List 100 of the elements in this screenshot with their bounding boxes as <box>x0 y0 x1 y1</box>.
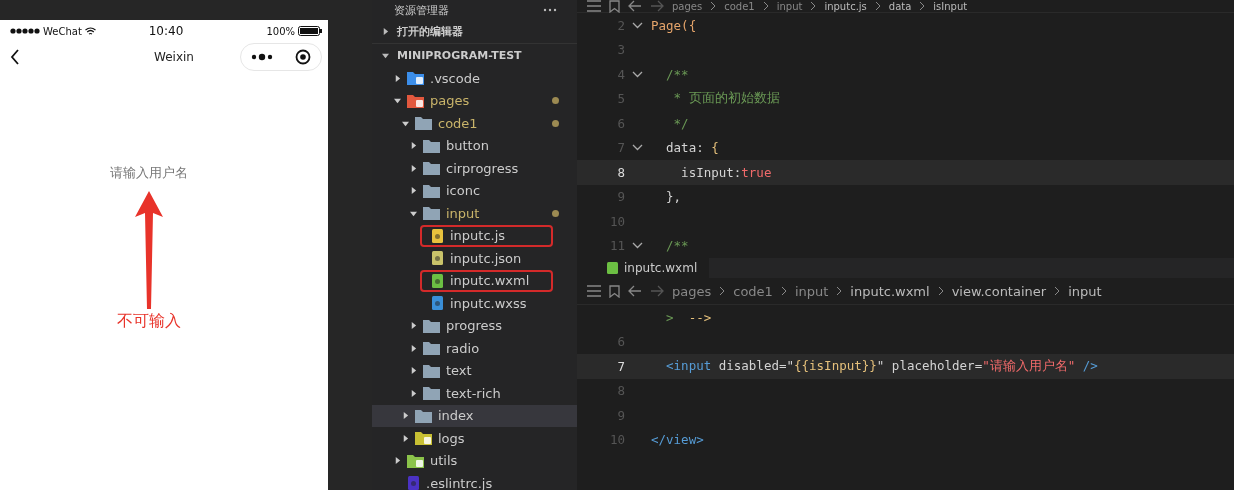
breadcrumb-item[interactable]: data <box>888 0 912 12</box>
tree-item[interactable]: inputc.wxml <box>372 269 577 292</box>
separator-icon <box>762 1 769 11</box>
chevron-icon <box>410 209 417 217</box>
battery-icon <box>298 26 322 36</box>
tree-item[interactable]: .vscode <box>372 67 577 90</box>
breadcrumb-item[interactable]: pages <box>672 283 712 299</box>
breadcrumb-item[interactable]: input <box>776 0 803 12</box>
chevron-icon <box>394 97 401 105</box>
breadcrumb-item[interactable]: inputc.wxml <box>850 283 930 299</box>
tree-item[interactable]: inputc.wxss <box>372 292 577 315</box>
separator-icon <box>780 286 787 296</box>
chevron-icon <box>394 457 401 465</box>
breadcrumb-item[interactable]: inputc.js <box>824 0 867 12</box>
annotation-text: 不可输入 <box>117 311 181 332</box>
tree-item[interactable]: radio <box>372 337 577 360</box>
folder-icon <box>407 93 424 108</box>
editor-tab[interactable]: inputc.wxml <box>577 258 710 278</box>
folder-icon <box>423 138 440 153</box>
wifi-icon <box>84 26 96 36</box>
bookmark-icon[interactable] <box>609 284 620 298</box>
code-line: > --> <box>665 308 713 327</box>
more-icon[interactable] <box>543 8 557 12</box>
fold-chevron-icon[interactable] <box>631 21 643 29</box>
chevron-icon <box>382 52 389 59</box>
tree-item[interactable]: inputc.js <box>372 224 577 247</box>
chevron-icon <box>410 164 417 172</box>
breadcrumb-item[interactable]: input <box>794 283 829 299</box>
tree-item[interactable]: cirprogress <box>372 157 577 180</box>
tree-item[interactable]: code1 <box>372 112 577 135</box>
list-icon[interactable] <box>587 285 601 297</box>
folder-icon <box>423 386 440 401</box>
folder-icon <box>423 363 440 378</box>
separator-icon <box>710 1 717 11</box>
breadcrumb-item[interactable]: input <box>1068 283 1102 299</box>
chevron-icon <box>402 412 409 420</box>
nav-title: Weixin <box>154 50 194 64</box>
fold-chevron-icon[interactable] <box>631 242 643 250</box>
back-icon[interactable] <box>10 49 20 65</box>
tree-item[interactable]: input <box>372 202 577 225</box>
modified-dot <box>552 97 559 105</box>
carrier-label: WeChat <box>43 25 82 37</box>
chevron-icon <box>402 119 409 127</box>
tree-item[interactable]: inputc.json <box>372 247 577 270</box>
fold-chevron-icon[interactable] <box>631 144 643 152</box>
chevron-icon <box>382 28 389 35</box>
bookmark-icon[interactable] <box>609 0 620 13</box>
breadcrumb-item[interactable]: view.container <box>951 283 1047 299</box>
status-time: 10:40 <box>148 24 184 38</box>
file-icon <box>431 251 444 266</box>
chevron-icon <box>410 322 417 330</box>
folder-icon <box>415 408 432 423</box>
breadcrumb-item[interactable]: isInput <box>933 0 968 12</box>
chevron-icon <box>394 74 401 82</box>
chevron-icon <box>410 187 417 195</box>
fold-chevron-icon[interactable] <box>631 70 643 78</box>
breadcrumb-item[interactable]: code1 <box>733 283 773 299</box>
tree-item[interactable]: .eslintrc.js <box>372 472 577 490</box>
section-header[interactable]: MINIPROGRAM-TEST <box>372 43 577 67</box>
signal-icon <box>10 28 40 34</box>
tree-item[interactable]: button <box>372 134 577 157</box>
folder-icon <box>423 161 440 176</box>
tree-item[interactable]: utils <box>372 449 577 472</box>
separator-icon <box>937 286 944 296</box>
file-icon <box>431 273 444 288</box>
file-icon <box>431 296 444 311</box>
folder-icon <box>407 453 424 468</box>
modified-dot <box>552 119 559 127</box>
modified-dot <box>552 209 559 217</box>
tree-item[interactable]: pages <box>372 89 577 112</box>
chevron-icon <box>410 344 417 352</box>
chevron-icon <box>410 389 417 397</box>
back-arrow-icon[interactable] <box>628 0 642 12</box>
separator-icon <box>919 1 926 11</box>
separator-icon <box>719 286 726 296</box>
tree-item[interactable]: iconc <box>372 179 577 202</box>
separator-icon <box>836 286 843 296</box>
list-icon[interactable] <box>587 0 601 12</box>
explorer-title: 资源管理器 <box>394 2 449 18</box>
folder-icon <box>407 71 424 86</box>
folder-icon <box>423 183 440 198</box>
separator-icon <box>810 1 817 11</box>
folder-icon <box>415 431 432 446</box>
breadcrumb-item[interactable]: code1 <box>724 0 755 12</box>
section-header[interactable]: 打开的编辑器 <box>372 20 577 43</box>
tree-item[interactable]: progress <box>372 314 577 337</box>
chevron-icon <box>410 367 417 375</box>
tree-item[interactable]: index <box>372 404 577 427</box>
tree-item[interactable]: logs <box>372 427 577 450</box>
file-icon <box>431 228 444 243</box>
tree-item[interactable]: text-rich <box>372 382 577 405</box>
separator-icon <box>874 1 881 11</box>
battery-percent: 100% <box>266 25 295 37</box>
close-target-icon[interactable] <box>295 49 311 65</box>
chevron-icon <box>402 434 409 442</box>
tree-item[interactable]: text <box>372 359 577 382</box>
breadcrumb-item[interactable]: pages <box>672 0 703 12</box>
more-icon[interactable] <box>251 53 273 61</box>
back-arrow-icon[interactable] <box>628 285 642 297</box>
folder-icon <box>423 318 440 333</box>
